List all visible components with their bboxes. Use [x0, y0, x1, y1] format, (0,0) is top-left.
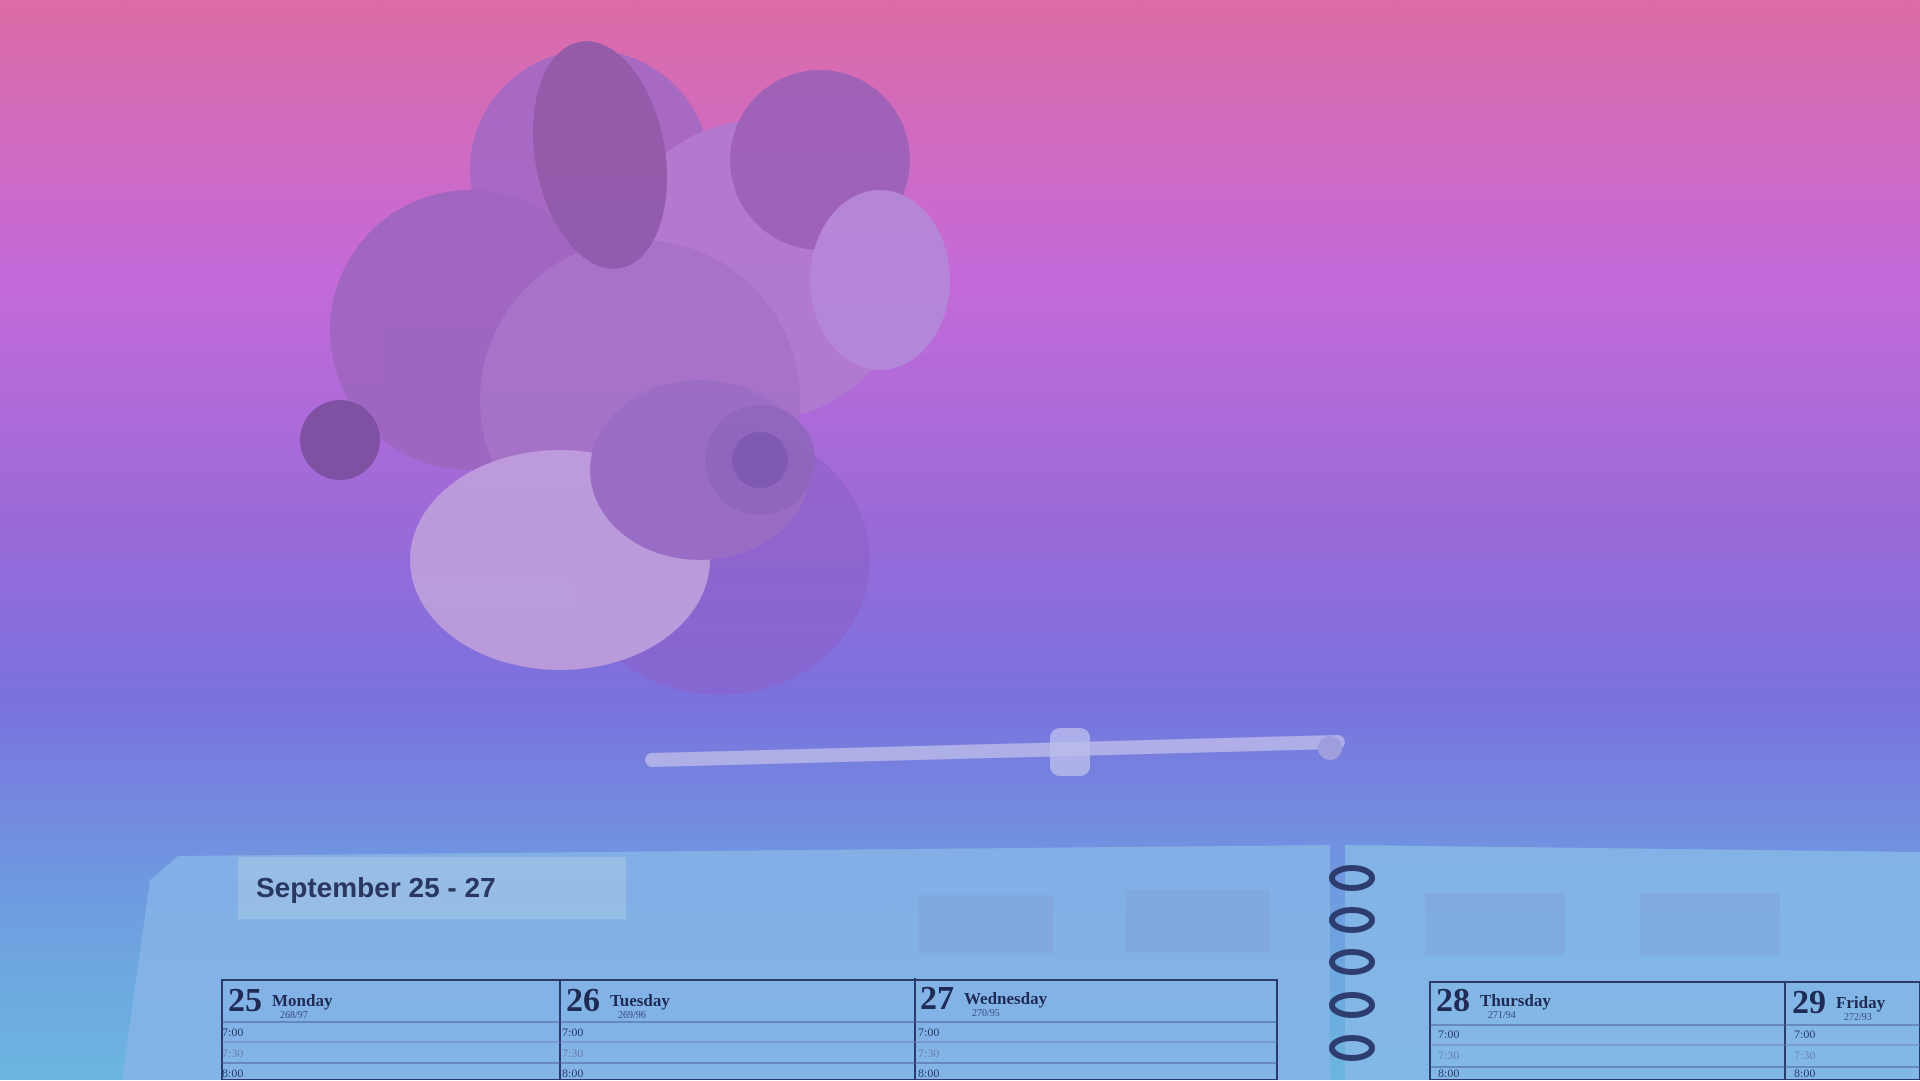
day-header-thursday: 28 Thursday 271/94 — [1436, 982, 1551, 1021]
time-slot-label: 7:00 — [562, 1025, 584, 1039]
day-header-monday: 25 Monday 268/97 — [228, 982, 332, 1021]
day-ordinal: 271/94 — [1488, 1010, 1516, 1021]
day-header-tuesday: 26 Tuesday 269/96 — [566, 982, 670, 1021]
time-slot-label: 8:00 — [918, 1066, 940, 1080]
time-slot-label: 8:00 — [1438, 1066, 1460, 1080]
time-slot-label: 7:30 — [918, 1046, 940, 1060]
time-slot-label: 8:00 — [222, 1066, 244, 1080]
time-slot-label: 7:30 — [222, 1046, 244, 1060]
planner-week-title: September 25 - 27 — [238, 857, 626, 919]
day-number: 28 — [1436, 982, 1470, 1019]
day-number: 29 — [1792, 984, 1826, 1021]
day-number: 27 — [920, 980, 954, 1017]
time-slot-label: 8:00 — [1794, 1066, 1816, 1080]
day-ordinal: 268/97 — [280, 1010, 308, 1021]
time-slot-label: 8:00 — [562, 1066, 584, 1080]
day-ordinal: 272/93 — [1844, 1012, 1872, 1023]
day-header-friday: 29 Friday 272/93 — [1792, 984, 1885, 1023]
day-name: Wednesday — [964, 989, 1048, 1008]
day-name: Thursday — [1480, 991, 1551, 1010]
day-number: 26 — [566, 982, 600, 1019]
day-number: 25 — [228, 982, 262, 1019]
time-slot-label: 7:30 — [1794, 1048, 1816, 1062]
pen — [645, 728, 1345, 776]
time-slot-label: 7:00 — [1794, 1027, 1816, 1041]
day-ordinal: 269/96 — [618, 1010, 646, 1021]
time-slot-label: 7:00 — [1438, 1027, 1460, 1041]
day-header-wednesday: 27 Wednesday 270/95 — [920, 980, 1047, 1019]
day-name: Tuesday — [610, 991, 670, 1010]
time-slot-label: 7:00 — [222, 1025, 244, 1039]
day-name: Friday — [1836, 993, 1886, 1012]
time-slot-label: 7:30 — [562, 1046, 584, 1060]
time-slot-label: 7:00 — [918, 1025, 940, 1039]
day-name: Monday — [272, 991, 333, 1010]
day-ordinal: 270/95 — [972, 1008, 1000, 1019]
time-slot-label: 7:30 — [1438, 1048, 1460, 1062]
